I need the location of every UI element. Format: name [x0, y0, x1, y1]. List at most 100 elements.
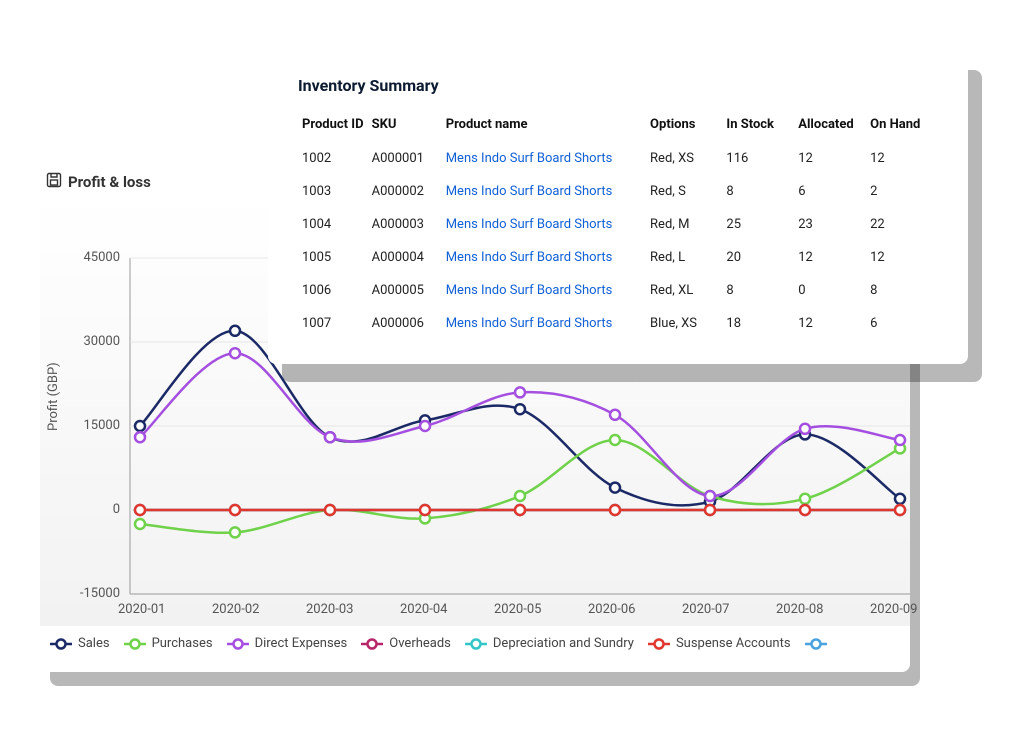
- table-header-row: Product ID SKU Product name Options In S…: [298, 111, 938, 142]
- series-line: [140, 353, 900, 496]
- series-point[interactable]: [895, 505, 905, 515]
- legend-item[interactable]: Sales: [50, 636, 110, 651]
- legend-marker-icon: [361, 638, 383, 650]
- inventory-table: Product ID SKU Product name Options In S…: [298, 111, 938, 340]
- series-point[interactable]: [610, 410, 620, 420]
- series-point[interactable]: [230, 326, 240, 336]
- legend-label: Overheads: [389, 636, 451, 651]
- series-point[interactable]: [705, 505, 715, 515]
- series-point[interactable]: [135, 519, 145, 529]
- table-row: 1003A000002Mens Indo Surf Board ShortsRe…: [298, 175, 938, 208]
- legend-item[interactable]: Direct Expenses: [227, 636, 348, 651]
- cell-on-hand: 12: [866, 142, 938, 175]
- series-point[interactable]: [420, 505, 430, 515]
- product-name-link[interactable]: Mens Indo Surf Board Shorts: [446, 184, 613, 199]
- inventory-summary-title: Inventory Summary: [298, 76, 938, 95]
- series-point[interactable]: [895, 435, 905, 445]
- series-point[interactable]: [610, 483, 620, 493]
- cell-allocated: 23: [794, 208, 866, 241]
- legend-marker-icon: [465, 638, 487, 650]
- legend-item[interactable]: Overheads: [361, 636, 451, 651]
- cell-product-id: 1004: [298, 208, 368, 241]
- series-point[interactable]: [135, 505, 145, 515]
- series-point[interactable]: [610, 505, 620, 515]
- th-product-id: Product ID: [298, 111, 368, 142]
- cell-allocated: 6: [794, 175, 866, 208]
- cell-product-name: Mens Indo Surf Board Shorts: [442, 175, 646, 208]
- th-options: Options: [646, 111, 722, 142]
- cell-product-name: Mens Indo Surf Board Shorts: [442, 274, 646, 307]
- series-line: [140, 440, 900, 533]
- cell-product-name: Mens Indo Surf Board Shorts: [442, 142, 646, 175]
- legend-marker-icon: [648, 638, 670, 650]
- inventory-summary-card: Inventory Summary Product ID SKU Product…: [268, 52, 968, 364]
- cell-sku: A000004: [368, 241, 442, 274]
- series-point[interactable]: [610, 435, 620, 445]
- cell-sku: A000003: [368, 208, 442, 241]
- series-point[interactable]: [230, 348, 240, 358]
- th-on-hand: On Hand: [866, 111, 938, 142]
- series-point[interactable]: [800, 494, 810, 504]
- series-point[interactable]: [230, 527, 240, 537]
- legend-item[interactable]: Suspense Accounts: [648, 636, 791, 651]
- cell-on-hand: 22: [866, 208, 938, 241]
- table-row: 1007A000006 Mens Indo Surf Board Shorts Bl…: [298, 307, 938, 340]
- series-point[interactable]: [515, 491, 525, 501]
- cell-product-id: 1005: [298, 241, 368, 274]
- th-in-stock: In Stock: [722, 111, 794, 142]
- series-point[interactable]: [135, 432, 145, 442]
- legend-item[interactable]: Depreciation and Sundry: [465, 636, 634, 651]
- chart-title: Profit & loss: [68, 173, 151, 191]
- th-sku: SKU: [368, 111, 442, 142]
- series-point[interactable]: [420, 421, 430, 431]
- series-point[interactable]: [515, 505, 525, 515]
- product-name-link[interactable]: Mens Indo Surf Board Shorts: [446, 316, 613, 331]
- cell-product-name: Mens Indo Surf Board Shorts: [442, 208, 646, 241]
- cell-sku: A000002: [368, 175, 442, 208]
- cell-in-stock: 116: [722, 142, 794, 175]
- cell-options: Red, M: [646, 208, 722, 241]
- series-point[interactable]: [800, 505, 810, 515]
- th-product-name: Product name: [442, 111, 646, 142]
- series-point[interactable]: [515, 404, 525, 414]
- cell-sku: A000001: [368, 142, 442, 175]
- legend-marker-icon: [805, 638, 827, 650]
- cell-on-hand: 12: [866, 241, 938, 274]
- cell-in-stock: 20: [722, 241, 794, 274]
- save-chart-icon[interactable]: [46, 172, 62, 192]
- series-point[interactable]: [230, 505, 240, 515]
- legend-label: Depreciation and Sundry: [493, 636, 634, 651]
- series-point[interactable]: [515, 387, 525, 397]
- series-point[interactable]: [325, 432, 335, 442]
- table-row: 1004A000003 Mens Indo Surf Board Shorts Re…: [298, 208, 938, 241]
- legend-label: Suspense Accounts: [676, 636, 791, 651]
- cell-sku: A000005: [368, 274, 442, 307]
- cell-sku: A000006: [368, 307, 442, 340]
- cell-allocated: 12: [794, 307, 866, 340]
- cell-allocated: 12: [794, 241, 866, 274]
- legend-item[interactable]: Purchases: [124, 636, 213, 651]
- cell-on-hand: 2: [866, 175, 938, 208]
- table-row: 1005A000004Mens Indo Surf Board ShortsRe…: [298, 241, 938, 274]
- series-point[interactable]: [135, 421, 145, 431]
- cell-in-stock: 8: [722, 175, 794, 208]
- cell-on-hand: 8: [866, 274, 938, 307]
- series-point[interactable]: [325, 505, 335, 515]
- series-point[interactable]: [800, 424, 810, 434]
- table-row: 1002A000001 Mens Indo Surf Board Shorts Re…: [298, 142, 938, 175]
- series-point[interactable]: [895, 494, 905, 504]
- product-name-link[interactable]: Mens Indo Surf Board Shorts: [446, 283, 613, 298]
- product-name-link[interactable]: Mens Indo Surf Board Shorts: [446, 250, 613, 265]
- legend-marker-icon: [50, 638, 72, 650]
- cell-options: Blue, XS: [646, 307, 722, 340]
- legend-label: Purchases: [152, 636, 213, 651]
- series-point[interactable]: [705, 491, 715, 501]
- product-name-link[interactable]: Mens Indo Surf Board Shorts: [446, 151, 613, 166]
- cell-product-name: Mens Indo Surf Board Shorts: [442, 307, 646, 340]
- cell-options: Red, XS: [646, 142, 722, 175]
- cell-product-id: 1002: [298, 142, 368, 175]
- cell-product-id: 1007: [298, 307, 368, 340]
- product-name-link[interactable]: Mens Indo Surf Board Shorts: [446, 217, 613, 232]
- chart-legend: Sales Purchases Direct Expenses Overheads De…: [40, 626, 910, 657]
- cell-on-hand: 6: [866, 307, 938, 340]
